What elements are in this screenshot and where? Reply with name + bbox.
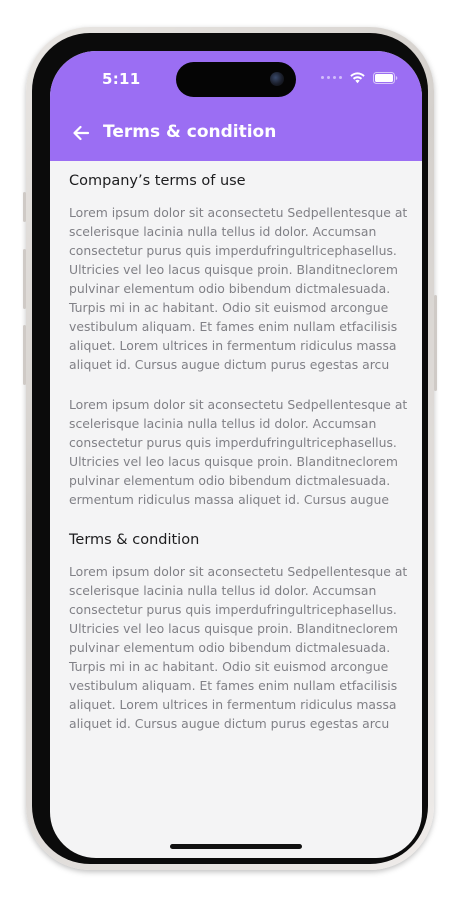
phone-frame: 5:11 Terms & condition Company’s terms o… [23, 27, 437, 870]
terms-paragraph: Lorem ipsum dolor sit aconsectetu Sedpel… [69, 397, 408, 507]
status-icons [321, 71, 398, 84]
action-button [23, 192, 26, 222]
power-button [434, 295, 437, 391]
phone-bezel: 5:11 Terms & condition Company’s terms o… [32, 33, 428, 864]
status-time: 5:11 [102, 70, 141, 88]
page-title: Terms & condition [103, 122, 277, 142]
volume-down-button [23, 325, 26, 385]
home-indicator[interactable] [170, 844, 302, 849]
volume-up-button [23, 249, 26, 309]
battery-icon [373, 71, 398, 84]
terms-content[interactable]: Company’s terms of use Lorem ipsum dolor… [69, 171, 409, 754]
back-button[interactable] [70, 122, 92, 144]
terms-paragraph: Lorem ipsum dolor sit aconsectetu Sedpel… [69, 205, 408, 372]
terms-paragraph: Lorem ipsum dolor sit aconsectetu Sedpel… [69, 564, 408, 731]
dynamic-island [176, 62, 296, 97]
section-heading-terms-condition: Terms & condition [69, 532, 200, 548]
app-bar: 5:11 Terms & condition [50, 51, 422, 161]
camera-icon [270, 72, 284, 86]
signal-icon [321, 76, 342, 79]
wifi-icon [350, 72, 365, 84]
arrow-left-icon [73, 125, 90, 141]
screen: 5:11 Terms & condition Company’s terms o… [50, 51, 422, 858]
section-heading-terms-of-use: Company’s terms of use [69, 173, 246, 189]
